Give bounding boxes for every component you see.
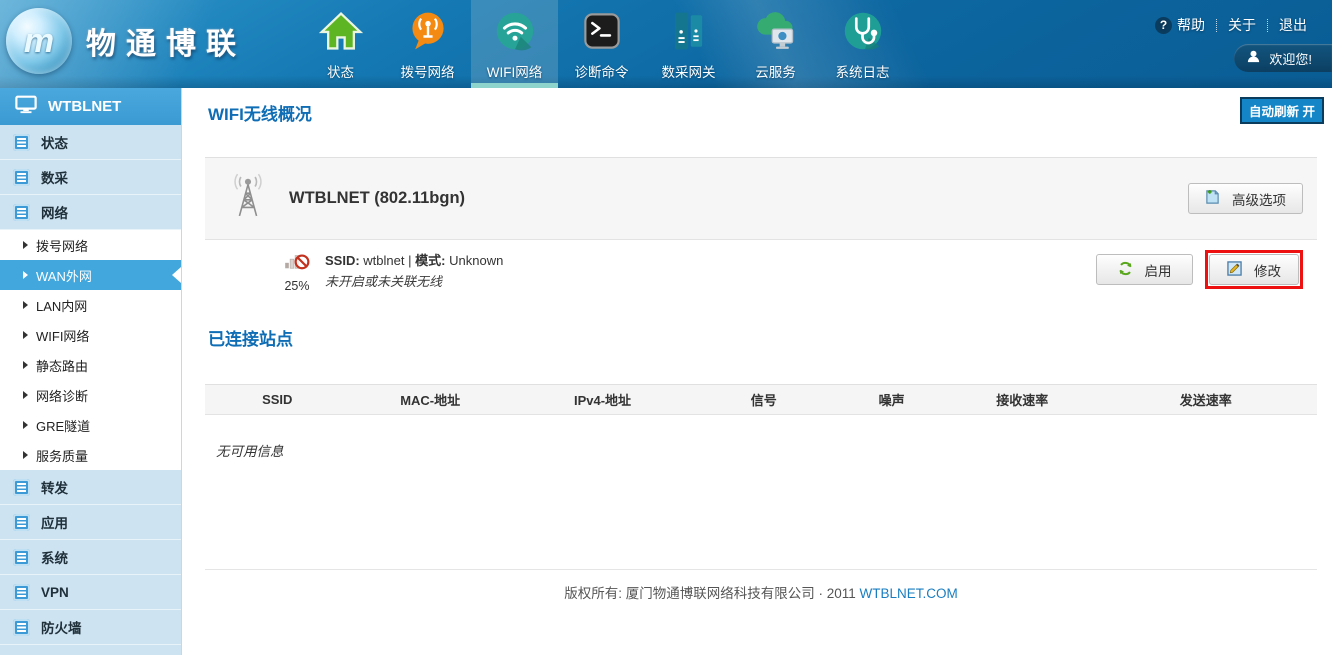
gateway-icon <box>665 7 713 55</box>
sidebar-item-status[interactable]: 状态 <box>0 125 181 160</box>
wifi-panel-header: WTBLNET (802.11bgn) 高级选项 <box>205 157 1317 240</box>
dialup-network-icon <box>404 7 452 55</box>
caret-icon <box>23 271 28 279</box>
caret-icon <box>23 391 28 399</box>
wifi-panel-title: WTBLNET (802.11bgn) <box>289 189 465 208</box>
ssid-line: SSID: wtblnet | 模式: Unknown <box>325 250 503 271</box>
nav-tab-diagnostic-command[interactable]: 诊断命令 <box>558 0 645 88</box>
list-icon <box>13 204 30 221</box>
highlight-annotation: 修改 <box>1205 250 1303 289</box>
sidebar-item-network[interactable]: 网络 <box>0 195 181 230</box>
nav-tab-system-log[interactable]: 系统日志 <box>819 0 906 88</box>
modify-button[interactable]: 修改 <box>1209 254 1299 285</box>
sidebar-item-firewall[interactable]: 防火墙 <box>0 610 181 645</box>
stations-table-header: SSID MAC-地址 IPv4-地址 信号 噪声 接收速率 发送速率 <box>205 384 1317 415</box>
system-log-icon <box>839 7 887 55</box>
list-icon <box>13 619 30 636</box>
wifi-panel-body: 25% SSID: wtblnet | 模式: Unknown 未开启或未关联无… <box>205 240 1317 312</box>
sidebar-item-data-collect[interactable]: 数采 <box>0 160 181 195</box>
sidebar-item-application[interactable]: 应用 <box>0 505 181 540</box>
signal-indicator: 25% <box>277 251 317 293</box>
list-icon <box>13 134 30 151</box>
nav-tab-dialup-network[interactable]: 拨号网络 <box>384 0 471 88</box>
sidebar: WTBLNET 状态 数采 网络 拨号网络 WAN外网 LAN内网 WIFI网络… <box>0 88 182 655</box>
refresh-icon <box>1118 261 1133 279</box>
list-icon <box>13 169 30 186</box>
enable-button[interactable]: 启用 <box>1096 254 1193 285</box>
nav-tab-wifi-network[interactable]: WIFI网络 <box>471 0 558 88</box>
caret-icon <box>23 301 28 309</box>
sidebar-subitem-network-diagnosis[interactable]: 网络诊断 <box>0 380 181 410</box>
list-icon <box>13 584 30 601</box>
user-icon <box>1246 49 1261 67</box>
caret-icon <box>23 361 28 369</box>
edit-icon <box>1227 261 1242 279</box>
about-link[interactable]: 关于 <box>1217 15 1267 35</box>
top-links: ? 帮助 关于 退出 <box>1144 15 1318 35</box>
caret-icon <box>23 421 28 429</box>
column-header-tx-rate: 发送速率 <box>1095 390 1317 409</box>
wifi-status-text: 未开启或未关联无线 <box>325 271 503 292</box>
column-header-ssid: SSID <box>205 392 350 407</box>
sidebar-subitem-qos[interactable]: 服务质量 <box>0 440 181 470</box>
stations-table: SSID MAC-地址 IPv4-地址 信号 噪声 接收速率 发送速率 <box>205 384 1317 415</box>
caret-icon <box>23 241 28 249</box>
sidebar-subitem-wan[interactable]: WAN外网 <box>0 260 181 290</box>
wtblnet-link[interactable]: WTBLNET.COM <box>860 586 958 601</box>
cloud-service-icon <box>752 7 800 55</box>
list-icon <box>13 514 30 531</box>
column-header-ipv4: IPv4-地址 <box>511 390 694 409</box>
main-content: WIFI无线概况 自动刷新 开 WTBLNET (802.11bgn) 高级选项 <box>183 88 1332 655</box>
sidebar-item-vpn[interactable]: VPN <box>0 575 181 610</box>
sidebar-subitem-lan[interactable]: LAN内网 <box>0 290 181 320</box>
stations-section-title: 已连接站点 <box>208 325 293 350</box>
brand-logo: m 物通博联 <box>6 8 246 74</box>
footer: 版权所有: 厦门物通博联网络科技有限公司 · 2011 WTBLNET.COM <box>205 569 1317 602</box>
brand-name: 物通博联 <box>86 19 246 63</box>
sidebar-subitem-static-route[interactable]: 静态路由 <box>0 350 181 380</box>
stations-empty-message: 无可用信息 <box>216 440 284 460</box>
terminal-icon <box>578 7 626 55</box>
sidebar-subitem-dialup-network[interactable]: 拨号网络 <box>0 230 181 260</box>
column-header-noise: 噪声 <box>833 390 950 409</box>
nav-tab-cloud-service[interactable]: 云服务 <box>732 0 819 88</box>
page-title: WIFI无线概况 <box>208 100 312 125</box>
page-add-icon <box>1205 189 1220 208</box>
column-header-signal: 信号 <box>694 390 833 409</box>
sidebar-subitem-wifi-network[interactable]: WIFI网络 <box>0 320 181 350</box>
signal-disabled-icon <box>284 258 310 275</box>
main-nav: 状态 拨号网络 <box>297 0 906 88</box>
sidebar-item-system[interactable]: 系统 <box>0 540 181 575</box>
caret-icon <box>23 331 28 339</box>
list-icon <box>13 479 30 496</box>
radio-tower-icon <box>229 173 267 224</box>
sidebar-subitem-gre-tunnel[interactable]: GRE隧道 <box>0 410 181 440</box>
copyright-text: 版权所有: 厦门物通博联网络科技有限公司 · 2011 <box>564 586 856 601</box>
home-icon <box>317 7 365 55</box>
wifi-panel: WTBLNET (802.11bgn) 高级选项 <box>205 157 1317 312</box>
monitor-icon <box>15 95 37 118</box>
caret-icon <box>23 451 28 459</box>
advanced-options-button[interactable]: 高级选项 <box>1188 183 1303 214</box>
help-icon: ? <box>1155 17 1172 34</box>
nav-tab-status[interactable]: 状态 <box>297 0 384 88</box>
help-link[interactable]: ? 帮助 <box>1144 15 1216 35</box>
wifi-action-buttons: 启用 修改 <box>1096 250 1303 289</box>
sidebar-item-forwarding[interactable]: 转发 <box>0 470 181 505</box>
logout-link[interactable]: 退出 <box>1268 15 1318 35</box>
top-header: m 物通博联 状态 拨号网络 <box>0 0 1332 88</box>
welcome-badge[interactable]: 欢迎您! <box>1234 44 1332 72</box>
nav-tab-data-gateway[interactable]: 数采网关 <box>645 0 732 88</box>
column-header-rx-rate: 接收速率 <box>950 390 1095 409</box>
signal-percent: 25% <box>277 279 317 293</box>
brand-logo-icon: m <box>6 8 72 74</box>
ssid-info: SSID: wtblnet | 模式: Unknown 未开启或未关联无线 <box>325 250 503 292</box>
wifi-icon <box>491 7 539 55</box>
sidebar-device-header: WTBLNET <box>0 88 181 125</box>
column-header-mac: MAC-地址 <box>350 390 511 409</box>
list-icon <box>13 549 30 566</box>
auto-refresh-toggle[interactable]: 自动刷新 开 <box>1240 97 1324 124</box>
